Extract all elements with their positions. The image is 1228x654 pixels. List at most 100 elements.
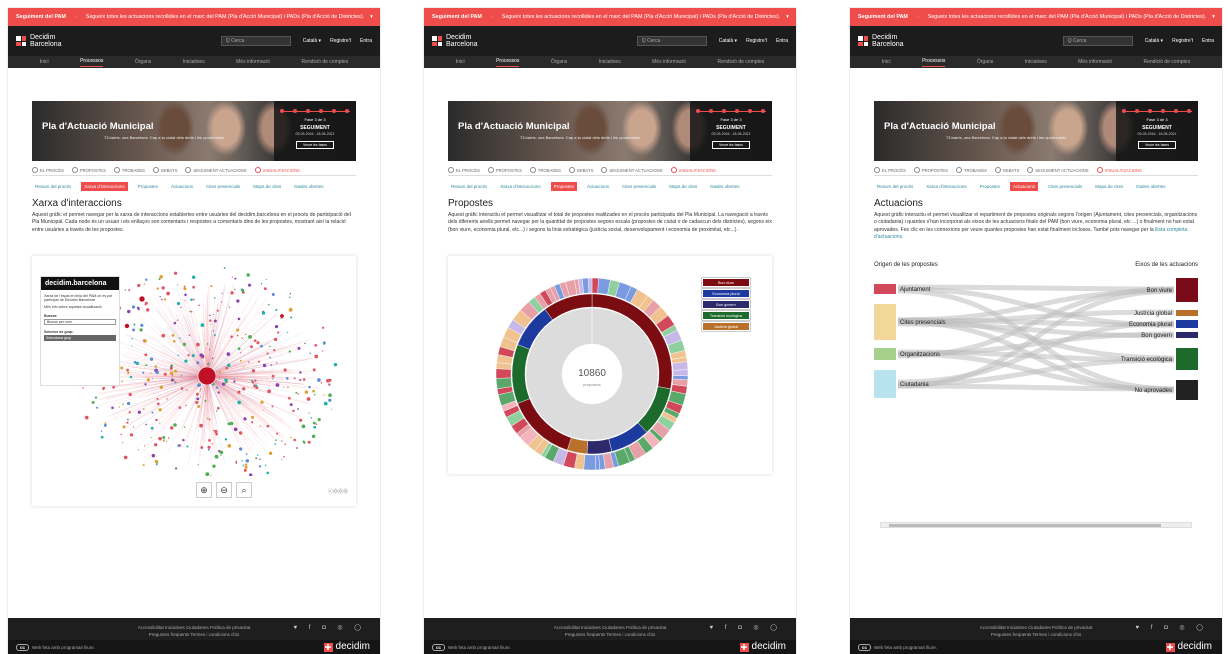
network-node[interactable]	[200, 323, 205, 328]
nav-item-5[interactable]: Rendició de comptes	[1144, 59, 1191, 65]
sankey-source-node[interactable]	[874, 304, 896, 340]
network-node[interactable]	[127, 309, 131, 314]
nav-item-4[interactable]: Més informació	[236, 59, 270, 65]
tab-5[interactable]: VISUALITZACIONS	[254, 167, 300, 173]
network-node[interactable]	[281, 459, 283, 461]
network-node[interactable]	[128, 411, 131, 414]
network-node[interactable]	[231, 276, 233, 278]
network-node[interactable]	[161, 286, 165, 290]
network-node[interactable]	[144, 383, 147, 386]
network-node[interactable]	[315, 423, 318, 425]
tab-4[interactable]: SEGUIMENT ACTUACIONS	[601, 167, 663, 173]
tab-2[interactable]: TROBADES	[113, 167, 145, 173]
network-node[interactable]	[138, 449, 140, 451]
network-node[interactable]	[240, 352, 242, 354]
network-node[interactable]	[100, 435, 104, 439]
network-hub-node[interactable]	[124, 323, 130, 329]
network-node[interactable]	[241, 337, 243, 339]
network-node[interactable]	[264, 464, 267, 467]
network-node[interactable]	[246, 273, 250, 277]
network-node[interactable]	[245, 459, 249, 463]
network-node[interactable]	[274, 443, 276, 445]
legend-item[interactable]: Transició ecològica	[702, 311, 750, 320]
search-input[interactable]: Q Cerca	[220, 36, 291, 46]
network-node[interactable]	[328, 393, 332, 398]
network-node[interactable]	[314, 344, 318, 347]
network-node[interactable]	[169, 371, 174, 376]
network-node[interactable]	[132, 328, 136, 332]
subtab-5[interactable]: Mapa de cites	[1092, 182, 1126, 191]
network-node[interactable]	[239, 359, 242, 362]
network-node[interactable]	[171, 375, 173, 377]
network-node[interactable]	[166, 398, 168, 400]
network-node[interactable]	[223, 267, 226, 270]
network-node[interactable]	[262, 363, 267, 368]
network-node[interactable]	[233, 288, 236, 291]
network-node[interactable]	[158, 278, 161, 281]
pam-banner[interactable]: Seguiment del PAM · Segueix totes les actu…	[8, 8, 380, 26]
network-node[interactable]	[233, 380, 236, 383]
network-node[interactable]	[272, 378, 274, 380]
header-link-2[interactable]: Entra	[360, 38, 372, 44]
subtab-0[interactable]: Resum del procés	[32, 182, 74, 191]
network-node[interactable]	[183, 287, 187, 291]
network-node[interactable]	[310, 417, 313, 419]
network-node[interactable]	[213, 297, 216, 299]
network-node[interactable]	[173, 271, 178, 275]
network-node[interactable]	[287, 386, 289, 389]
nav-item-2[interactable]: Òrgans	[135, 59, 151, 65]
network-graph-panel[interactable]: decidim.barcelona Xarxa de l'espai en lín…	[32, 256, 356, 506]
subtab-4[interactable]: Cites presencials	[619, 182, 659, 191]
network-node[interactable]	[84, 415, 89, 420]
network-node[interactable]	[226, 352, 231, 356]
nav-item-1[interactable]: Processos	[922, 58, 946, 67]
network-node[interactable]	[173, 321, 177, 325]
network-node[interactable]	[271, 292, 275, 296]
network-node[interactable]	[277, 331, 280, 334]
network-node[interactable]	[183, 285, 186, 288]
network-node[interactable]	[151, 411, 154, 414]
network-node[interactable]	[227, 363, 231, 368]
network-node[interactable]	[209, 314, 211, 317]
network-node[interactable]	[159, 274, 163, 279]
network-node[interactable]	[131, 305, 136, 309]
network-node[interactable]	[313, 425, 317, 429]
network-node[interactable]	[308, 385, 311, 389]
network-node[interactable]	[131, 337, 133, 340]
pam-banner[interactable]: Seguiment del PAM · Segueix totes les actu…	[850, 8, 1222, 26]
network-node[interactable]	[132, 426, 135, 428]
network-node[interactable]	[259, 458, 261, 461]
network-node[interactable]	[295, 391, 298, 394]
network-node[interactable]	[258, 465, 262, 468]
decidim-barcelona-logo[interactable]: Decidim Barcelona	[432, 34, 478, 48]
network-node[interactable]	[260, 400, 264, 404]
legend-item[interactable]: Economia plural	[702, 289, 750, 298]
network-node[interactable]	[184, 293, 187, 297]
network-hub-node[interactable]	[138, 295, 146, 303]
network-node[interactable]	[196, 361, 200, 365]
header-link-2[interactable]: Entra	[1202, 38, 1214, 44]
network-node[interactable]	[122, 403, 124, 406]
network-node[interactable]	[260, 282, 263, 285]
legend-item[interactable]: Bon govern	[702, 300, 750, 309]
tab-3[interactable]: DEBATS	[568, 167, 593, 173]
network-node[interactable]	[171, 366, 173, 368]
network-node[interactable]	[189, 310, 191, 313]
subtab-2[interactable]: Propostes	[135, 182, 161, 191]
network-node[interactable]	[146, 378, 151, 382]
subtab-5[interactable]: Mapa de cites	[666, 182, 700, 191]
legend-item[interactable]: Justícia global	[702, 322, 750, 331]
network-node[interactable]	[197, 383, 201, 387]
network-node[interactable]	[236, 334, 239, 337]
network-node[interactable]	[237, 400, 241, 405]
network-node[interactable]	[265, 278, 267, 281]
network-node[interactable]	[269, 356, 271, 359]
network-node[interactable]	[174, 381, 177, 384]
zoom-in-icon[interactable]: ⊕	[196, 482, 212, 498]
network-node[interactable]	[211, 443, 213, 445]
network-node[interactable]	[174, 369, 178, 373]
network-node[interactable]	[121, 380, 124, 383]
header-link-1[interactable]: Registre't	[746, 38, 767, 44]
header-link-1[interactable]: Registre't	[1172, 38, 1193, 44]
tab-5[interactable]: VISUALITZACIONS	[1096, 167, 1142, 173]
